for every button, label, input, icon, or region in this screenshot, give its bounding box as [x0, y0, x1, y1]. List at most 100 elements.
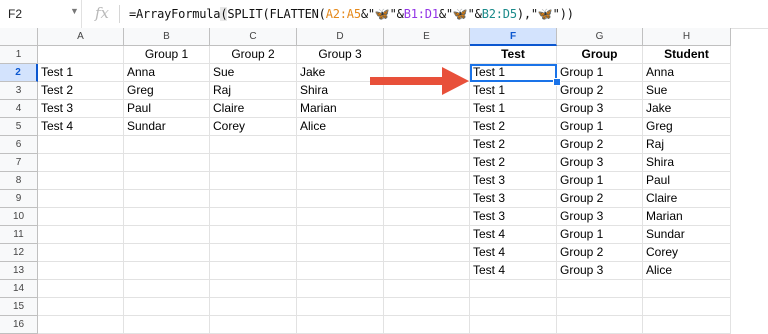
cell[interactable] — [124, 280, 210, 298]
row-header-1[interactable]: 1 — [0, 46, 38, 64]
cell[interactable] — [643, 316, 731, 334]
cell[interactable] — [384, 298, 470, 316]
cell-g6[interactable]: Group 2 — [557, 136, 643, 154]
cell-b1[interactable]: Group 1 — [124, 46, 210, 64]
cell-h13[interactable]: Alice — [643, 262, 731, 280]
row-header-5[interactable]: 5 — [0, 118, 38, 136]
cell[interactable] — [124, 136, 210, 154]
cell-f9[interactable]: Test 3 — [470, 190, 557, 208]
row-header-6[interactable]: 6 — [0, 136, 38, 154]
cell-g2[interactable]: Group 1 — [557, 64, 643, 82]
column-header-g[interactable]: G — [557, 28, 643, 46]
column-header-h[interactable]: H — [643, 28, 731, 46]
cell-a3[interactable]: Test 2 — [38, 82, 124, 100]
cell-f13[interactable]: Test 4 — [470, 262, 557, 280]
cell-g5[interactable]: Group 1 — [557, 118, 643, 136]
cell-d1[interactable]: Group 3 — [297, 46, 384, 64]
cell[interactable] — [38, 190, 124, 208]
cell[interactable] — [210, 190, 297, 208]
cell[interactable] — [38, 316, 124, 334]
cell-g9[interactable]: Group 2 — [557, 190, 643, 208]
select-all-corner[interactable] — [0, 28, 38, 46]
row-header-13[interactable]: 13 — [0, 262, 38, 280]
cell-f7[interactable]: Test 2 — [470, 154, 557, 172]
cell[interactable] — [124, 298, 210, 316]
cell[interactable] — [384, 244, 470, 262]
cell[interactable] — [124, 226, 210, 244]
cell[interactable] — [38, 226, 124, 244]
cell[interactable] — [297, 172, 384, 190]
cell-f1[interactable]: Test — [470, 46, 557, 64]
cell[interactable] — [210, 262, 297, 280]
cell[interactable] — [384, 172, 470, 190]
row-header-10[interactable]: 10 — [0, 208, 38, 226]
cell[interactable] — [470, 280, 557, 298]
cell-c2[interactable]: Sue — [210, 64, 297, 82]
cell[interactable] — [297, 136, 384, 154]
column-header-e[interactable]: E — [384, 28, 470, 46]
cell-b5[interactable]: Sundar — [124, 118, 210, 136]
cell[interactable] — [38, 262, 124, 280]
name-box[interactable]: F2 ▼ — [0, 0, 82, 28]
formula-input[interactable]: =ArrayFormula(SPLIT(FLATTEN(A2:A5&"🦋"&B1… — [129, 7, 574, 21]
cell[interactable] — [557, 316, 643, 334]
cell-h2[interactable]: Anna — [643, 64, 731, 82]
cell[interactable] — [384, 316, 470, 334]
cell[interactable] — [210, 136, 297, 154]
cell[interactable] — [384, 154, 470, 172]
cell-g8[interactable]: Group 1 — [557, 172, 643, 190]
column-header-f[interactable]: F — [470, 28, 557, 46]
cell[interactable] — [210, 154, 297, 172]
cell[interactable] — [470, 298, 557, 316]
cell-g11[interactable]: Group 1 — [557, 226, 643, 244]
cell-c3[interactable]: Raj — [210, 82, 297, 100]
cell-b4[interactable]: Paul — [124, 100, 210, 118]
row-header-4[interactable]: 4 — [0, 100, 38, 118]
cell-d5[interactable]: Alice — [297, 118, 384, 136]
cell-b2[interactable]: Anna — [124, 64, 210, 82]
cell[interactable] — [210, 280, 297, 298]
cell-g12[interactable]: Group 2 — [557, 244, 643, 262]
cell[interactable] — [384, 226, 470, 244]
cell-f10[interactable]: Test 3 — [470, 208, 557, 226]
cell[interactable] — [124, 154, 210, 172]
cell[interactable] — [38, 154, 124, 172]
cell-h11[interactable]: Sundar — [643, 226, 731, 244]
cell-g13[interactable]: Group 3 — [557, 262, 643, 280]
cell[interactable] — [297, 154, 384, 172]
row-header-8[interactable]: 8 — [0, 172, 38, 190]
cell[interactable] — [297, 208, 384, 226]
cell-c4[interactable]: Claire — [210, 100, 297, 118]
cell-h8[interactable]: Paul — [643, 172, 731, 190]
cell[interactable] — [38, 298, 124, 316]
cell[interactable] — [297, 298, 384, 316]
cell[interactable] — [210, 244, 297, 262]
cell[interactable] — [38, 244, 124, 262]
cell-f6[interactable]: Test 2 — [470, 136, 557, 154]
cell-a4[interactable]: Test 3 — [38, 100, 124, 118]
cell-h12[interactable]: Corey — [643, 244, 731, 262]
cell-h1[interactable]: Student — [643, 46, 731, 64]
cell[interactable] — [210, 316, 297, 334]
cell[interactable] — [210, 208, 297, 226]
cell-f5[interactable]: Test 2 — [470, 118, 557, 136]
cell[interactable] — [297, 244, 384, 262]
cell[interactable] — [124, 172, 210, 190]
column-header-d[interactable]: D — [297, 28, 384, 46]
cell[interactable] — [124, 190, 210, 208]
row-header-12[interactable]: 12 — [0, 244, 38, 262]
cell[interactable] — [210, 298, 297, 316]
cell-f12[interactable]: Test 4 — [470, 244, 557, 262]
cell[interactable] — [297, 226, 384, 244]
cell-g1[interactable]: Group — [557, 46, 643, 64]
row-header-9[interactable]: 9 — [0, 190, 38, 208]
cell[interactable] — [643, 298, 731, 316]
cell-f4[interactable]: Test 1 — [470, 100, 557, 118]
cell-c1[interactable]: Group 2 — [210, 46, 297, 64]
cell[interactable] — [384, 280, 470, 298]
column-header-a[interactable]: A — [38, 28, 124, 46]
cell[interactable] — [384, 190, 470, 208]
cell[interactable] — [124, 316, 210, 334]
row-header-16[interactable]: 16 — [0, 316, 38, 334]
cell[interactable] — [384, 100, 470, 118]
